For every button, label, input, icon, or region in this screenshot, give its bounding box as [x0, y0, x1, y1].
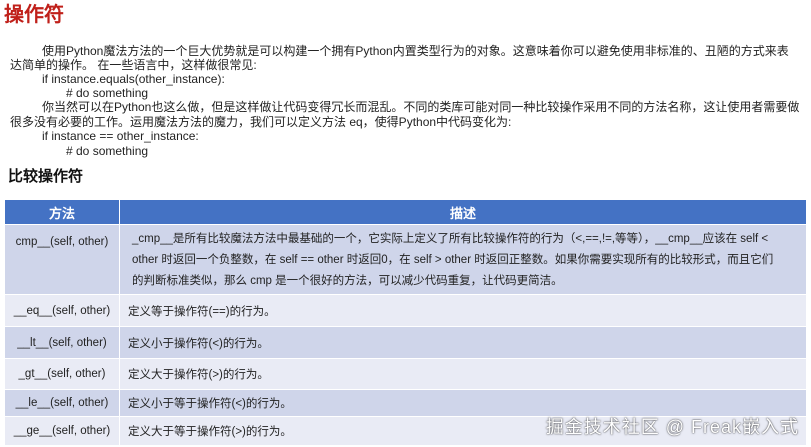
watermark: 掘金技术社区 @ Freak嵌入式	[545, 417, 799, 437]
code-line-4: # do something	[66, 144, 149, 158]
method-cell: __lt__(self, other)	[4, 326, 120, 359]
intro-line-2: 达简单的操作。 在一些语言中，这样做很常见:	[10, 58, 257, 72]
description-cell: 定义等于操作符(==)的行为。	[119, 294, 807, 327]
intro-line-4: 很多没有必要的工作。运用魔法方法的魔力，我们可以定义方法 eq，使得Python…	[10, 115, 512, 129]
code-line-2: # do something	[66, 86, 149, 100]
description-line: other 时返回一个负整数，在 self == other 时返回0，在 se…	[132, 253, 774, 266]
description-line: _cmp__是所有比较魔法方法中最基础的一个，它实际上定义了所有比较操作符的行为…	[132, 232, 769, 245]
table-row: _gt__(self, other) 定义大于操作符(>)的行为。	[4, 358, 807, 390]
page-title: 操作符	[4, 4, 64, 26]
comparison-operators-table: 方法 描述 cmp__(self, other) _cmp__是所有比较魔法方法…	[4, 199, 807, 446]
method-cell: __ge__(self, other)	[4, 416, 120, 446]
intro-line-1: 使用Python魔法方法的一个巨大优势就是可以构建一个拥有Python内置类型行…	[42, 44, 789, 58]
description-line: 的判断标准类似，那么 cmp 是一个很好的方法，可以减少代码重复，让代码更简洁。	[132, 274, 563, 287]
method-cell: __eq__(self, other)	[4, 294, 120, 327]
table-row: __eq__(self, other) 定义等于操作符(==)的行为。	[4, 294, 807, 327]
section-title: 比较操作符	[8, 168, 84, 185]
table-row: cmp__(self, other) _cmp__是所有比较魔法方法中最基础的一…	[4, 224, 807, 295]
table-row: __lt__(self, other) 定义小于操作符(<)的行为。	[4, 326, 807, 359]
code-line-3: if instance == other_instance:	[42, 129, 199, 143]
header-method: 方法	[4, 199, 120, 225]
code-line-1: if instance.equals(other_instance):	[42, 72, 225, 86]
description-cell: 定义小于操作符(<)的行为。	[119, 326, 807, 359]
table-header-row: 方法 描述	[4, 199, 807, 225]
header-description: 描述	[119, 199, 807, 225]
intro-line-3: 你当然可以在Python也这么做，但是这样做让代码变得冗长而混乱。不同的类库可能…	[42, 100, 800, 114]
method-cell: _gt__(self, other)	[4, 358, 120, 390]
method-cell: cmp__(self, other)	[4, 224, 120, 295]
description-cell: _cmp__是所有比较魔法方法中最基础的一个，它实际上定义了所有比较操作符的行为…	[119, 224, 807, 295]
method-cell: __le__(self, other)	[4, 389, 120, 417]
description-cell: 定义大于操作符(>)的行为。	[119, 358, 807, 390]
